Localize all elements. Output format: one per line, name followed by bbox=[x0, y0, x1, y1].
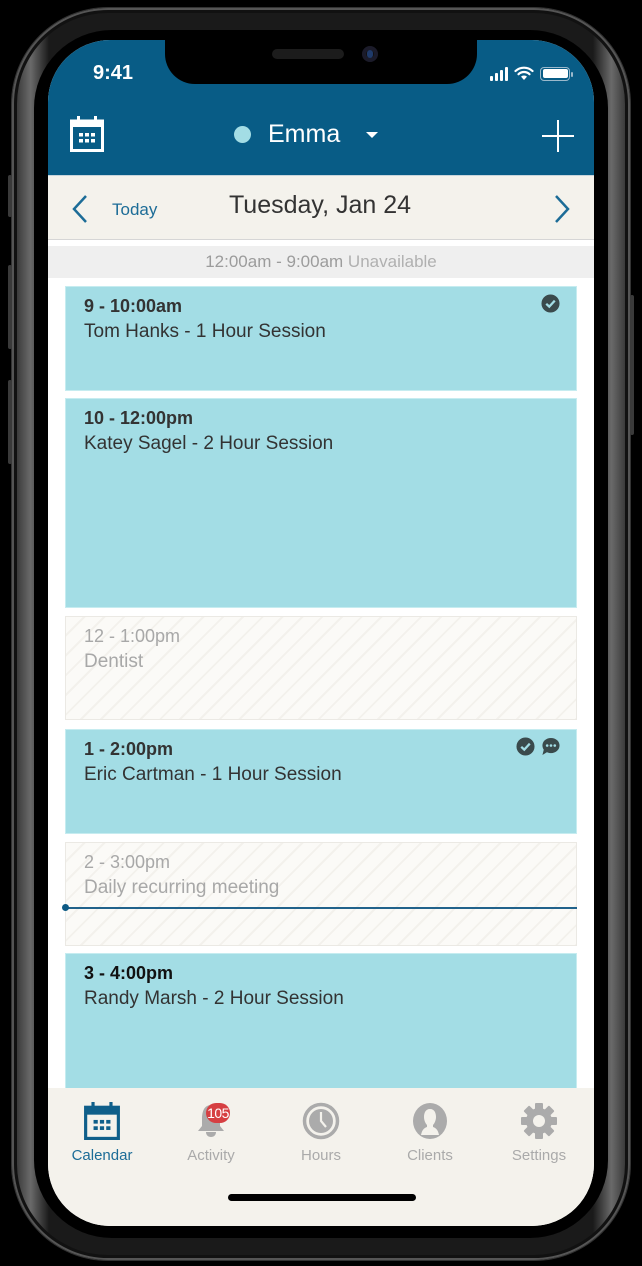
notch bbox=[165, 40, 477, 84]
user-name: Emma bbox=[268, 120, 341, 148]
appointment-time: 9 - 10:00am bbox=[84, 296, 183, 316]
tab-clients[interactable]: Clients bbox=[380, 1102, 480, 1164]
appointment-title: Randy Marsh - 2 Hour Session bbox=[84, 988, 344, 1009]
activity-badge: 105 bbox=[206, 1103, 230, 1123]
blocked-time-card[interactable]: 12 - 1:00pm Dentist bbox=[65, 616, 577, 720]
home-indicator[interactable] bbox=[228, 1194, 416, 1201]
tab-bar: Calendar 105 Activity Hours Clients Sett… bbox=[48, 1088, 594, 1226]
power-button bbox=[630, 295, 634, 435]
tab-label: Clients bbox=[407, 1147, 453, 1164]
tab-activity[interactable]: 105 Activity bbox=[161, 1102, 261, 1164]
appointment-card[interactable]: 10 - 12:00pm Katey Sagel - 2 Hour Sessio… bbox=[65, 398, 577, 608]
tab-hours[interactable]: Hours bbox=[271, 1102, 371, 1164]
current-date: Tuesday, Jan 24 bbox=[48, 191, 594, 220]
volume-up-button bbox=[8, 265, 12, 349]
appointment-card[interactable]: 3 - 4:00pm Randy Marsh - 2 Hour Session bbox=[65, 953, 577, 1088]
calendar-picker-button[interactable] bbox=[70, 116, 104, 152]
next-day-button[interactable] bbox=[552, 194, 572, 224]
blocked-time: 2 - 3:00pm bbox=[84, 852, 171, 872]
appointment-title: Katey Sagel - 2 Hour Session bbox=[84, 433, 334, 454]
appointment-title: Tom Hanks - 1 Hour Session bbox=[84, 321, 326, 342]
clock-icon bbox=[302, 1102, 340, 1140]
tab-calendar[interactable]: Calendar bbox=[52, 1102, 152, 1164]
tab-label: Hours bbox=[300, 1147, 341, 1164]
tab-label: Calendar bbox=[71, 1147, 133, 1164]
calendar-icon bbox=[70, 116, 104, 152]
caret-down-icon bbox=[366, 131, 379, 138]
person-icon bbox=[413, 1103, 447, 1139]
front-camera bbox=[362, 46, 378, 62]
gear-icon bbox=[521, 1103, 557, 1139]
appointment-card[interactable]: 1 - 2:00pm Eric Cartman - 1 Hour Session bbox=[65, 729, 577, 834]
blocked-title: Dentist bbox=[84, 651, 144, 672]
unavailable-block: 12:00am - 9:00am Unavailable bbox=[48, 246, 594, 278]
screen: 9:41 Emma Today Tuesday, Jan 24 12:00am … bbox=[48, 40, 594, 1226]
current-time-dot bbox=[62, 904, 69, 911]
mute-switch bbox=[8, 175, 12, 217]
cellular-signal-icon bbox=[490, 66, 508, 81]
speaker-grille bbox=[272, 49, 344, 59]
blocked-time: 12 - 1:00pm bbox=[84, 626, 181, 646]
date-navigation: Today Tuesday, Jan 24 bbox=[48, 175, 594, 240]
add-appointment-button[interactable] bbox=[542, 120, 574, 152]
check-circle-icon bbox=[541, 294, 560, 313]
tab-label: Settings bbox=[511, 1147, 567, 1164]
status-time: 9:41 bbox=[93, 62, 134, 84]
unavailable-range: 12:00am - 9:00am bbox=[205, 252, 344, 271]
user-color-dot bbox=[234, 126, 251, 143]
current-date-label: Tuesday, Jan 24 bbox=[228, 191, 412, 219]
blocked-title: Daily recurring meeting bbox=[84, 877, 280, 898]
battery-icon bbox=[540, 66, 573, 81]
day-schedule[interactable]: 12:00am - 9:00am Unavailable 9 - 10:00am… bbox=[48, 243, 594, 1088]
chat-bubble-icon bbox=[542, 737, 560, 756]
current-time-indicator bbox=[62, 904, 577, 911]
status-icons bbox=[490, 66, 573, 81]
check-circle-icon bbox=[516, 737, 535, 756]
user-picker-dropdown[interactable]: Emma bbox=[234, 120, 379, 149]
tab-label: Activity bbox=[187, 1147, 235, 1164]
unavailable-label: Unavailable bbox=[347, 252, 437, 271]
appointment-time: 3 - 4:00pm bbox=[84, 963, 174, 983]
chevron-right-icon bbox=[555, 195, 570, 223]
wifi-icon bbox=[514, 66, 534, 80]
calendar-icon bbox=[84, 1102, 120, 1140]
appointment-card[interactable]: 9 - 10:00am Tom Hanks - 1 Hour Session bbox=[65, 286, 577, 391]
blocked-time-card[interactable]: 2 - 3:00pm Daily recurring meeting bbox=[65, 842, 577, 946]
appointment-time: 10 - 12:00pm bbox=[84, 408, 194, 428]
appointment-time: 1 - 2:00pm bbox=[84, 739, 174, 759]
appointment-title: Eric Cartman - 1 Hour Session bbox=[84, 764, 342, 785]
volume-down-button bbox=[8, 380, 12, 464]
tab-settings[interactable]: Settings bbox=[489, 1102, 589, 1164]
